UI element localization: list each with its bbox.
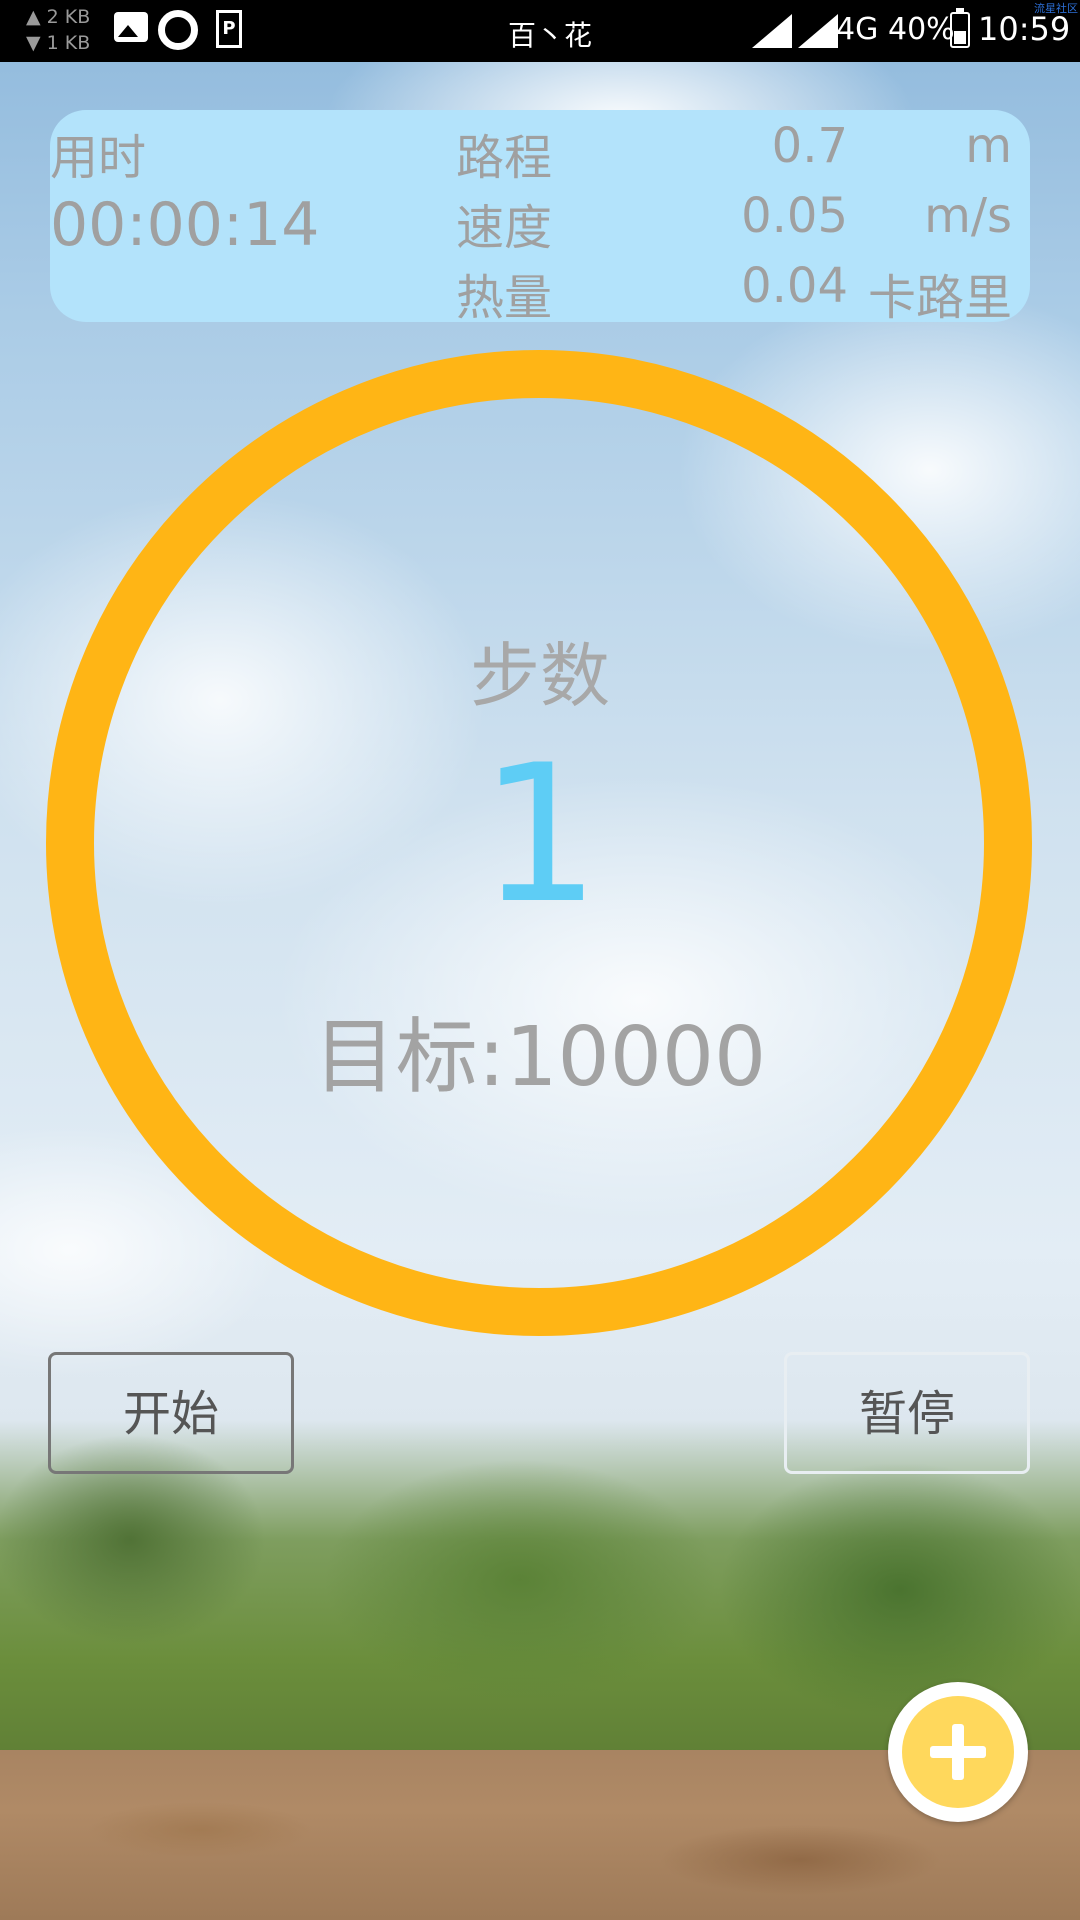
- calories-unit: 卡路里: [867, 270, 1012, 326]
- step-goal: 目标:10000: [313, 1010, 767, 1105]
- calories-label: 热量: [456, 270, 553, 326]
- gallery-icon: [114, 12, 148, 42]
- distance-unit: m: [965, 118, 1012, 174]
- distance-value: 0.7: [771, 118, 848, 174]
- add-button[interactable]: [888, 1682, 1028, 1822]
- speed-value: 0.05: [741, 188, 848, 244]
- network-type: 4G: [836, 12, 879, 47]
- calories-value: 0.04: [741, 258, 848, 314]
- battery-level: [954, 31, 966, 44]
- battery-icon: [950, 8, 970, 48]
- speed-label: 速度: [456, 200, 553, 256]
- network-speed: ▲ 2 KB ▼ 1 KB: [26, 4, 90, 56]
- battery-percent: 40%: [888, 12, 955, 47]
- download-speed: ▼ 1 KB: [26, 32, 91, 54]
- sync-icon: [158, 10, 198, 50]
- time-label: 用时: [50, 130, 147, 186]
- speed-unit: m/s: [924, 188, 1012, 244]
- stats-card: 用时 00:00:14 路程 0.7 m 速度 0.05 m/s 热量 0.04…: [50, 110, 1030, 326]
- start-button[interactable]: 开始: [48, 1352, 294, 1474]
- elapsed-time: 00:00:14: [50, 190, 320, 260]
- steps-label: 步数: [470, 635, 610, 717]
- carrier-name: 百丶花: [507, 19, 592, 52]
- signal-icon: [752, 14, 792, 48]
- watermark: 流星社区: [1034, 2, 1078, 15]
- signal-icon: [798, 14, 838, 48]
- status-bar: ▲ 2 KB ▼ 1 KB P 百丶花 4G 40% 10:59 流星社区: [0, 0, 1080, 62]
- plus-icon: [902, 1696, 1014, 1808]
- distance-label: 路程: [456, 130, 553, 186]
- pause-button[interactable]: 暂停: [784, 1352, 1030, 1474]
- step-count: 1: [479, 724, 601, 945]
- upload-speed: ▲ 2 KB: [26, 6, 91, 28]
- parking-icon: P: [216, 10, 242, 48]
